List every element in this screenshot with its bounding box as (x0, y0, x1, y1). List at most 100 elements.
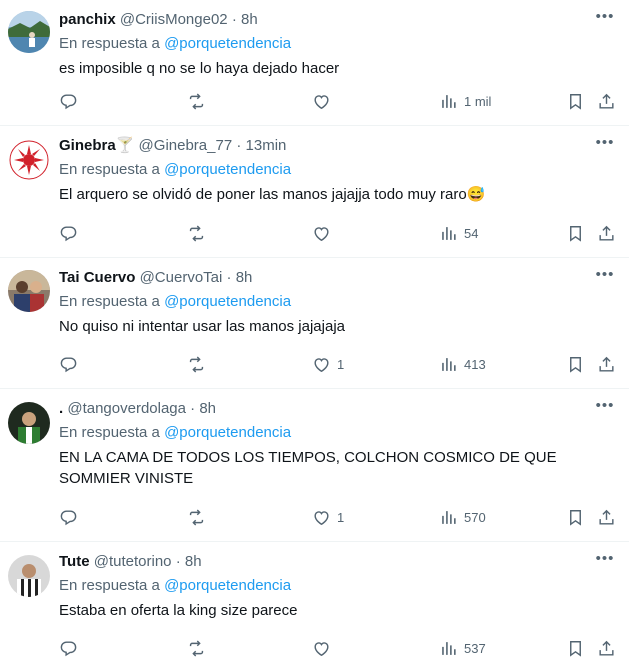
views-button[interactable]: 537 (439, 637, 486, 659)
share-icon (599, 225, 614, 241)
more-icon[interactable]: ••• (595, 9, 615, 30)
reply-button[interactable] (59, 506, 84, 528)
reply-target-link[interactable]: @porquetendencia (164, 424, 291, 441)
more-icon[interactable]: ••• (595, 267, 615, 288)
reply-button[interactable] (59, 637, 84, 659)
timestamp[interactable]: 8h (185, 553, 202, 570)
like-button[interactable]: 1 (312, 506, 344, 528)
share-button[interactable] (597, 637, 616, 659)
reply-button[interactable] (59, 222, 84, 244)
display-name[interactable]: panchix (59, 11, 116, 28)
reply-icon (60, 93, 77, 109)
bookmark-button[interactable] (566, 222, 585, 244)
views-icon (442, 94, 456, 108)
bookmark-button[interactable] (566, 637, 585, 659)
like-count: 1 (337, 356, 345, 372)
action-bar: 1 570 (0, 506, 629, 528)
display-name[interactable]: Tai Cuervo (59, 269, 135, 286)
bookmark-button[interactable] (566, 353, 585, 375)
reply-icon (60, 640, 77, 656)
user-handle[interactable]: @Ginebra_77 (139, 137, 233, 154)
views-icon (442, 357, 456, 371)
share-button[interactable] (597, 90, 616, 112)
retweet-button[interactable] (187, 637, 212, 659)
retweet-button[interactable] (187, 90, 212, 112)
share-icon (599, 509, 614, 525)
timestamp[interactable]: 8h (236, 269, 253, 286)
retweet-icon (189, 92, 204, 110)
action-bar: 537 (0, 637, 629, 659)
like-button[interactable]: 1 (312, 353, 344, 375)
share-button[interactable] (597, 222, 616, 244)
tweet[interactable]: . @tangoverdolaga · 8h ••• En respuesta … (0, 389, 629, 542)
like-button[interactable] (312, 90, 337, 112)
heart-icon (314, 510, 329, 525)
avatar[interactable] (8, 139, 50, 181)
tweet-text: es imposible q no se lo haya dejado hace… (59, 60, 340, 77)
reply-target-link[interactable]: @porquetendencia (164, 35, 291, 52)
like-button[interactable] (312, 222, 337, 244)
separator-dot: · (236, 137, 242, 154)
tweet-text: Estaba en oferta la king size parece (59, 602, 298, 619)
views-icon (442, 641, 456, 655)
tweet[interactable]: Ginebra🍸 @Ginebra_77 · 13min ••• En resp… (0, 126, 629, 258)
user-handle[interactable]: @CuervoTai (140, 269, 223, 286)
retweet-button[interactable] (187, 506, 212, 528)
tweet-text: EN LA CAMA DE TODOS LOS TIEMPOS, COLCHON… (59, 449, 557, 487)
tweet[interactable]: Tute @tutetorino · 8h ••• En respuesta a… (0, 542, 629, 668)
reply-context: En respuesta a @porquetendencia (59, 160, 291, 180)
reply-target-link[interactable]: @porquetendencia (164, 161, 291, 178)
bookmark-icon (570, 356, 581, 373)
share-icon (599, 356, 614, 372)
avatar[interactable] (8, 11, 50, 53)
tweet[interactable]: panchix @CriisMonge02 · 8h ••• En respue… (0, 0, 629, 126)
action-bar: 1 mil (0, 90, 629, 112)
views-button[interactable]: 54 (439, 222, 478, 244)
tweet-text: El arquero se olvidó de poner las manos … (59, 186, 467, 203)
reply-context: En respuesta a @porquetendencia (59, 576, 291, 596)
share-icon (599, 93, 614, 109)
reply-prefix: En respuesta a (59, 35, 160, 52)
reply-target-link[interactable]: @porquetendencia (164, 577, 291, 594)
retweet-button[interactable] (187, 222, 212, 244)
like-count: 1 (337, 509, 345, 525)
avatar[interactable] (8, 402, 50, 444)
bookmark-button[interactable] (566, 90, 585, 112)
tweet-text-container: El arquero se olvidó de poner las manos … (59, 184, 604, 205)
user-handle[interactable]: @tangoverdolaga (67, 400, 186, 417)
display-name[interactable]: Ginebra (59, 137, 116, 154)
replies-feed: panchix @CriisMonge02 · 8h ••• En respue… (0, 0, 629, 668)
display-name[interactable]: . (59, 400, 63, 417)
reply-icon (60, 509, 77, 525)
tweet[interactable]: Tai Cuervo @CuervoTai · 8h ••• En respue… (0, 258, 629, 389)
views-button[interactable]: 1 mil (439, 90, 491, 112)
timestamp[interactable]: 8h (241, 11, 258, 28)
heart-icon (314, 94, 329, 109)
like-button[interactable] (312, 637, 337, 659)
action-bar: 54 (0, 222, 629, 244)
action-bar: 1 413 (0, 353, 629, 375)
retweet-button[interactable] (187, 353, 212, 375)
views-button[interactable]: 413 (439, 353, 486, 375)
reply-button[interactable] (59, 353, 84, 375)
share-button[interactable] (597, 506, 616, 528)
bookmark-button[interactable] (566, 506, 585, 528)
more-icon[interactable]: ••• (595, 135, 615, 156)
more-icon[interactable]: ••• (595, 551, 615, 572)
user-handle[interactable]: @tutetorino (94, 553, 172, 570)
more-icon[interactable]: ••• (595, 398, 615, 419)
timestamp[interactable]: 8h (199, 400, 216, 417)
reply-context: En respuesta a @porquetendencia (59, 34, 291, 54)
tweet-header: panchix @CriisMonge02 · 8h (59, 10, 258, 30)
share-button[interactable] (597, 353, 616, 375)
user-handle[interactable]: @CriisMonge02 (120, 11, 228, 28)
avatar[interactable] (8, 270, 50, 312)
retweet-icon (189, 224, 204, 242)
reply-button[interactable] (59, 90, 84, 112)
timestamp[interactable]: 13min (246, 137, 287, 154)
separator-dot: · (231, 11, 237, 28)
avatar[interactable] (8, 555, 50, 597)
display-name[interactable]: Tute (59, 553, 90, 570)
views-button[interactable]: 570 (439, 506, 486, 528)
reply-target-link[interactable]: @porquetendencia (164, 293, 291, 310)
